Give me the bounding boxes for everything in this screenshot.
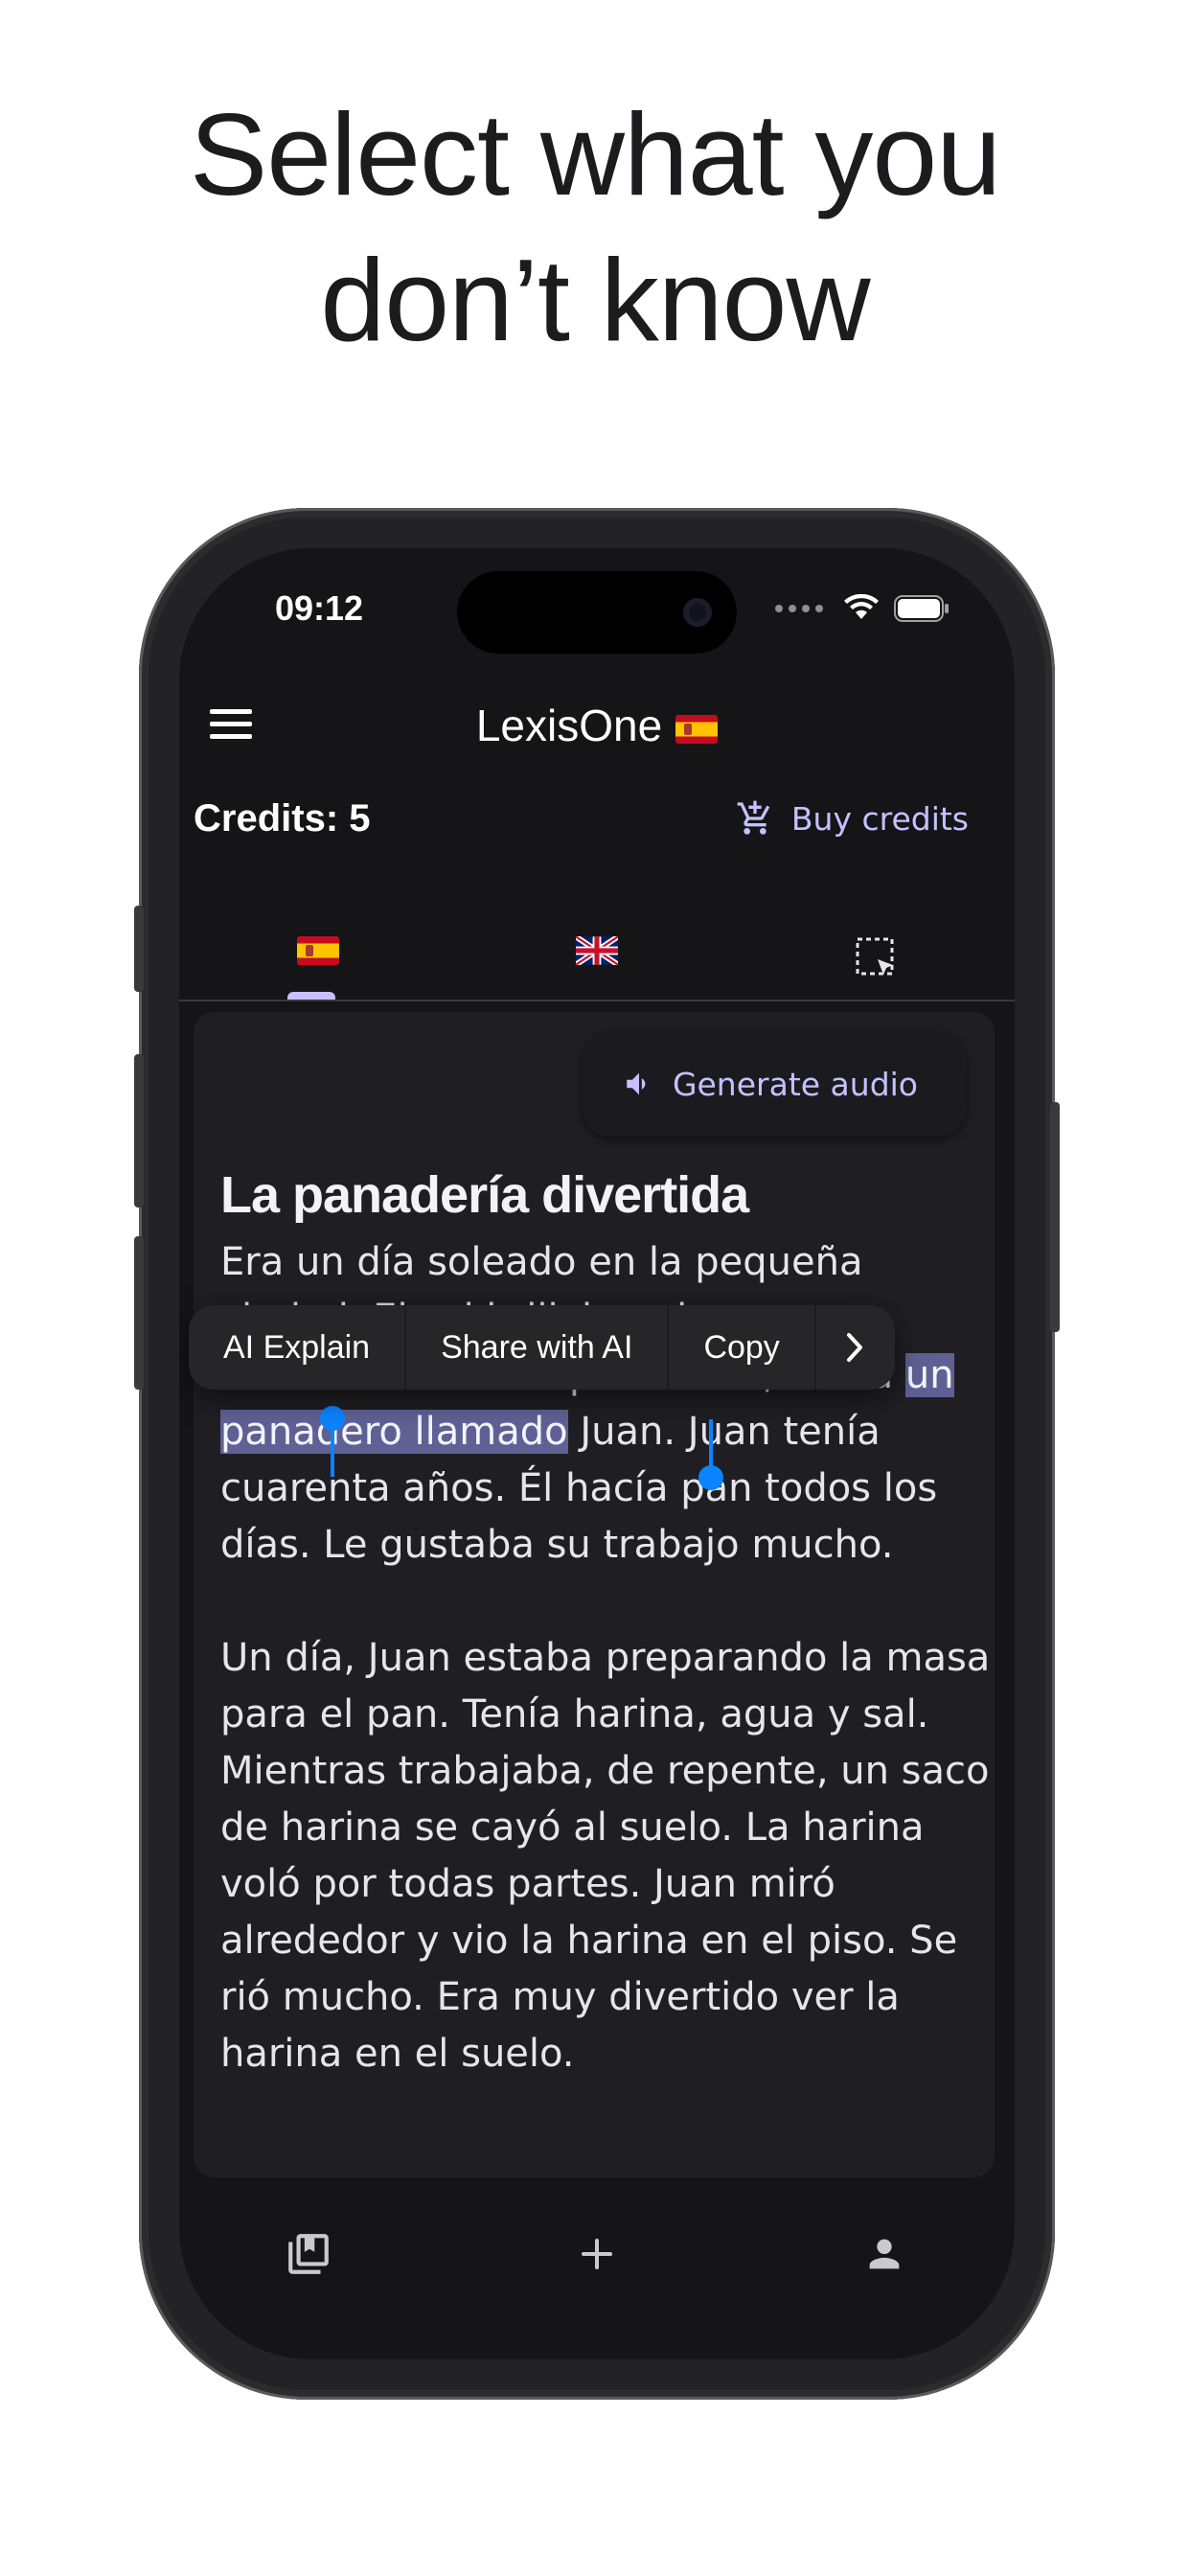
app-title: LexisOne bbox=[179, 700, 1015, 751]
tab-spanish[interactable] bbox=[179, 908, 457, 1000]
text-context-menu: AI Explain Share with AI Copy bbox=[189, 1305, 895, 1390]
story-title: La panadería divertida bbox=[220, 1166, 749, 1224]
share-with-ai-button[interactable]: Share with AI bbox=[406, 1305, 670, 1390]
action-button bbox=[134, 906, 144, 992]
status-time: 09:12 bbox=[275, 588, 364, 628]
tab-english[interactable] bbox=[458, 908, 736, 1000]
wifi-icon bbox=[844, 594, 879, 619]
app-bar: LexisOne bbox=[179, 682, 1015, 774]
buy-credits-label: Buy credits bbox=[790, 799, 969, 838]
volume-down-button bbox=[134, 1236, 144, 1390]
story-card: Generate audio La panadería divertida Er… bbox=[194, 1012, 995, 2177]
headline: Select what you don’t know bbox=[0, 81, 1190, 373]
dynamic-island bbox=[457, 571, 737, 654]
camera-icon bbox=[683, 598, 712, 627]
power-button bbox=[1050, 1102, 1060, 1332]
bottom-navigation bbox=[179, 2206, 1015, 2302]
cart-add-icon bbox=[737, 800, 770, 835]
speaker-icon bbox=[627, 1072, 646, 1095]
tab-bar bbox=[179, 908, 1015, 1001]
spain-flag-icon bbox=[675, 714, 719, 744]
library-icon bbox=[288, 2234, 329, 2274]
selection-start-handle[interactable] bbox=[320, 1406, 345, 1477]
copy-button[interactable]: Copy bbox=[669, 1305, 816, 1390]
profile-icon bbox=[869, 2239, 900, 2269]
selection-end-handle[interactable] bbox=[698, 1419, 723, 1490]
headline-line-2: don’t know bbox=[320, 235, 870, 365]
status-icons bbox=[775, 594, 950, 623]
credits-label: Credits: 5 bbox=[194, 797, 371, 840]
phone-screen: 09:12 LexisOne Credits: 5 Buy credits Ge… bbox=[179, 548, 1015, 2359]
generate-audio-button[interactable]: Generate audio bbox=[582, 1031, 966, 1137]
volume-up-button bbox=[134, 1054, 144, 1208]
more-options-button[interactable] bbox=[816, 1305, 895, 1390]
generate-audio-label: Generate audio bbox=[672, 1065, 918, 1103]
headline-line-1: Select what you bbox=[189, 89, 1001, 219]
battery-icon bbox=[894, 595, 949, 622]
story-paragraph-2[interactable]: Un día, Juan estaba preparando la masa p… bbox=[220, 1630, 996, 2082]
selection-icon bbox=[856, 937, 894, 976]
uk-flag-icon bbox=[576, 936, 618, 965]
tab-indicator bbox=[287, 992, 335, 1000]
add-button[interactable] bbox=[568, 2225, 626, 2283]
story-paragraph-1[interactable]: Era un día soleado en la pequeña ciudad.… bbox=[220, 1234, 996, 1574]
add-icon bbox=[582, 2239, 612, 2269]
library-button[interactable] bbox=[280, 2225, 337, 2283]
signal-dots-icon bbox=[775, 605, 823, 612]
chevron-right-icon bbox=[846, 1333, 862, 1362]
tab-selection[interactable] bbox=[737, 908, 1015, 1000]
app-title-text: LexisOne bbox=[475, 701, 663, 750]
buy-credits-button[interactable]: Buy credits bbox=[736, 799, 969, 838]
spain-flag-icon bbox=[297, 936, 339, 965]
profile-button[interactable] bbox=[856, 2225, 913, 2283]
ai-explain-button[interactable]: AI Explain bbox=[189, 1305, 407, 1390]
